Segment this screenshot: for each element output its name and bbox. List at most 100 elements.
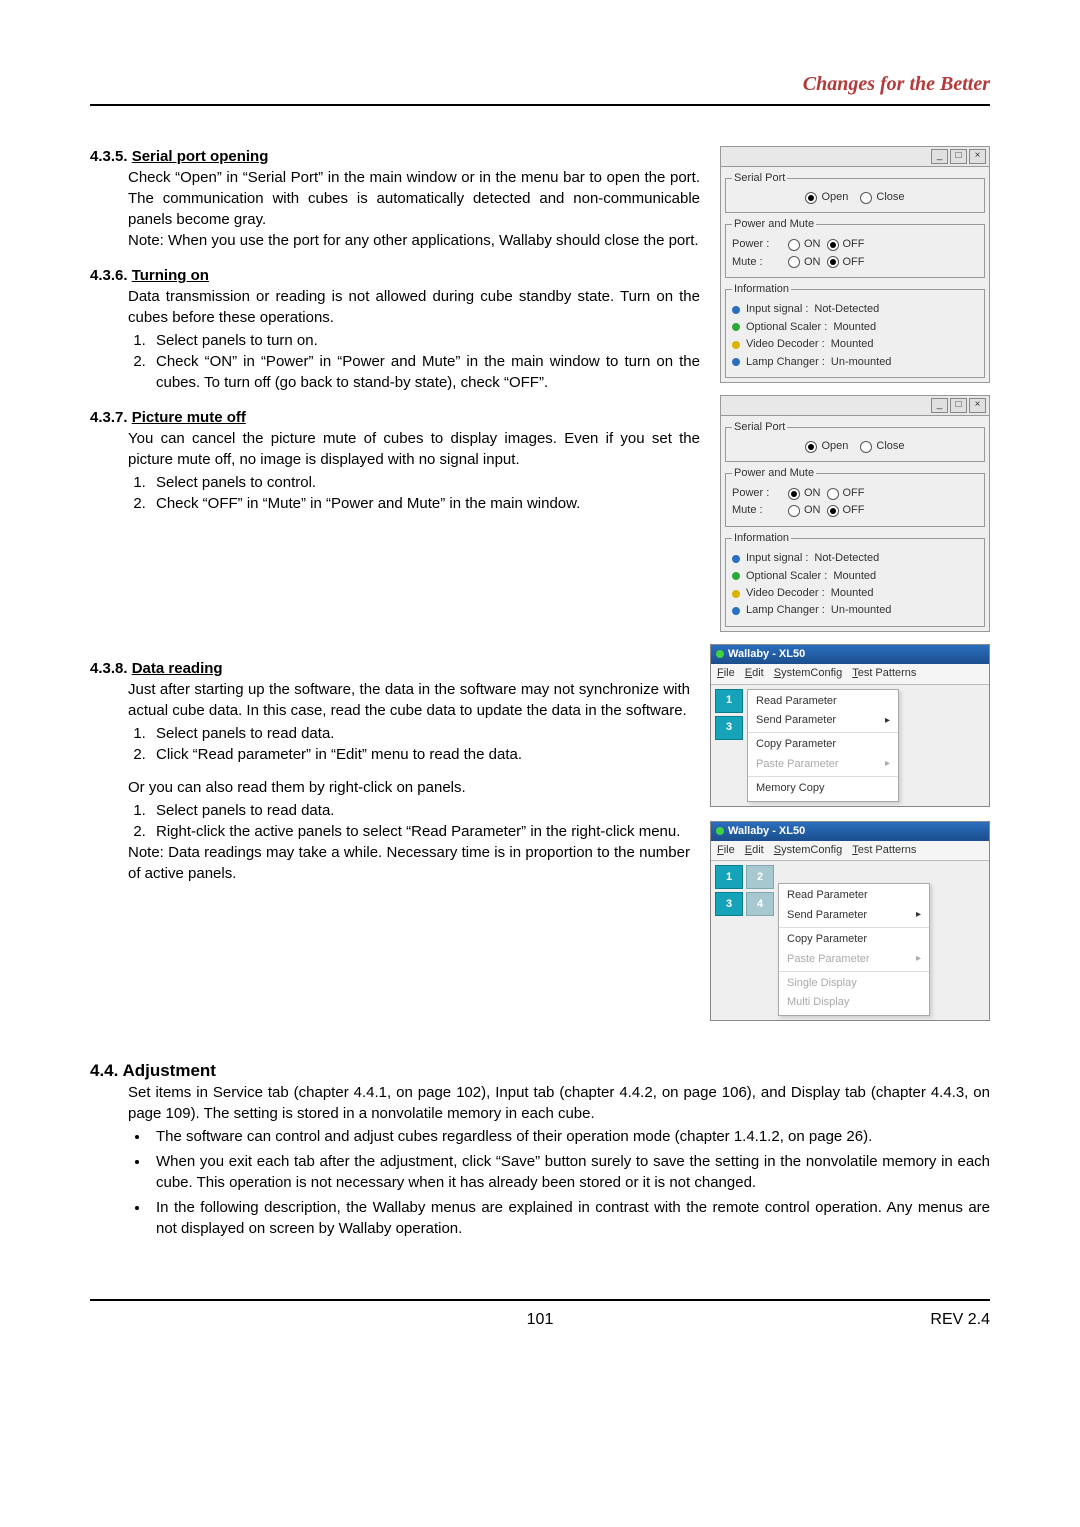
menu-paste-parameter: Paste Parameter▸	[748, 755, 898, 774]
context-dropdown: Read Parameter Send Parameter▸ Copy Para…	[778, 883, 930, 1015]
menu-edit[interactable]: Edit	[745, 666, 764, 681]
mute-on-radio[interactable]: ON	[788, 503, 821, 518]
section-4-3-7-heading: 4.3.7. Picture mute off	[90, 407, 700, 428]
panel-cell[interactable]: 3	[715, 716, 743, 740]
power-on-radio[interactable]: ON	[788, 237, 821, 252]
section-4-3-7-list: Select panels to control. Check “OFF” in…	[90, 472, 700, 514]
status-dot-icon	[732, 306, 740, 314]
mute-label: Mute :	[732, 255, 782, 270]
menu-read-parameter[interactable]: Read Parameter	[748, 692, 898, 711]
serial-port-group: Serial Port Open Close	[725, 420, 985, 462]
mute-off-radio[interactable]: OFF	[827, 503, 865, 518]
main-window-panel-2: _ □ × Serial Port Open Close Power and M…	[720, 395, 990, 632]
power-off-radio[interactable]: OFF	[827, 486, 865, 501]
status-dot-icon	[732, 323, 740, 331]
panel-cell[interactable]: 2	[746, 865, 774, 889]
list-item: Select panels to turn on.	[150, 330, 700, 351]
list-item: When you exit each tab after the adjustm…	[150, 1151, 990, 1193]
section-4-3-6-heading: 4.3.6. Turning on	[90, 265, 700, 286]
section-4-3-8-p2: Or you can also read them by right-click…	[128, 777, 690, 798]
ctx-single-display: Single Display	[779, 974, 929, 993]
panel-cell[interactable]: 1	[715, 689, 743, 713]
status-dot-icon	[732, 358, 740, 366]
app-title: Wallaby - XL50	[711, 822, 989, 841]
section-4-4-p1: Set items in Service tab (chapter 4.4.1,…	[128, 1082, 990, 1124]
chevron-right-icon: ▸	[916, 908, 921, 922]
menu-systemconfig[interactable]: SystemConfig	[774, 666, 842, 681]
minimize-icon[interactable]: _	[931, 398, 948, 413]
status-dot-icon	[732, 555, 740, 563]
list-item: Check “ON” in “Power” in “Power and Mute…	[150, 351, 700, 393]
mute-label: Mute :	[732, 503, 782, 518]
section-4-3-5-p1: Check “Open” in “Serial Port” in the mai…	[128, 167, 700, 230]
maximize-icon[interactable]: □	[950, 398, 967, 413]
section-4-4-bullets: The software can control and adjust cube…	[90, 1126, 990, 1239]
list-item: Click “Read parameter” in “Edit” menu to…	[150, 744, 690, 765]
chevron-right-icon: ▸	[885, 714, 890, 728]
serial-open-radio[interactable]: Open	[805, 190, 848, 205]
close-icon[interactable]: ×	[969, 149, 986, 164]
section-4-3-8-p3: Note: Data readings may take a while. Ne…	[128, 842, 690, 884]
section-4-3-8-list-a: Select panels to read data. Click “Read …	[90, 723, 690, 765]
page-header-slogan: Changes for the Better	[90, 70, 990, 106]
menu-edit[interactable]: Edit	[745, 843, 764, 858]
list-item: Right-click the active panels to select …	[150, 821, 690, 842]
section-4-3-8-heading: 4.3.8. Data reading	[90, 658, 690, 679]
ctx-send-parameter[interactable]: Send Parameter▸	[779, 906, 929, 925]
power-label: Power :	[732, 486, 782, 501]
power-on-radio[interactable]: ON	[788, 486, 821, 501]
chevron-right-icon: ▸	[885, 757, 890, 771]
panel-cell[interactable]: 3	[715, 892, 743, 916]
menu-copy-parameter[interactable]: Copy Parameter	[748, 735, 898, 754]
section-4-3-5-heading: 4.3.5. Serial port opening	[90, 146, 700, 167]
status-dot-icon	[716, 827, 724, 835]
close-icon[interactable]: ×	[969, 398, 986, 413]
serial-close-radio[interactable]: Close	[860, 190, 904, 205]
status-dot-icon	[716, 650, 724, 658]
power-mute-group: Power and Mute Power : ON OFF Mute : ON …	[725, 217, 985, 278]
serial-close-radio[interactable]: Close	[860, 439, 904, 454]
status-dot-icon	[732, 341, 740, 349]
menu-testpatterns[interactable]: Test Patterns	[852, 666, 916, 681]
section-4-4-heading: 4.4. Adjustment	[90, 1059, 990, 1083]
menu-testpatterns[interactable]: Test Patterns	[852, 843, 916, 858]
mute-off-radio[interactable]: OFF	[827, 255, 865, 270]
minimize-icon[interactable]: _	[931, 149, 948, 164]
power-mute-group: Power and Mute Power : ON OFF Mute : ON …	[725, 466, 985, 527]
panel-cell[interactable]: 4	[746, 892, 774, 916]
revision-label: REV 2.4	[930, 1309, 990, 1331]
status-dot-icon	[732, 590, 740, 598]
page-number: 101	[90, 1309, 990, 1331]
menu-file[interactable]: FFileile	[717, 666, 735, 681]
information-group: Information Input signal :Not-Detected O…	[725, 531, 985, 627]
ctx-copy-parameter[interactable]: Copy Parameter	[779, 930, 929, 949]
list-item: Select panels to read data.	[150, 723, 690, 744]
ctx-read-parameter[interactable]: Read Parameter	[779, 886, 929, 905]
list-item: Check “OFF” in “Mute” in “Power and Mute…	[150, 493, 700, 514]
power-off-radio[interactable]: OFF	[827, 237, 865, 252]
section-4-3-6-list: Select panels to turn on. Check “ON” in …	[90, 330, 700, 393]
wallaby-window-context-menu: Wallaby - XL50 File Edit SystemConfig Te…	[710, 821, 990, 1021]
edit-dropdown: Read Parameter Send Parameter▸ Copy Para…	[747, 689, 899, 802]
menu-memory-copy[interactable]: Memory Copy	[748, 779, 898, 798]
status-dot-icon	[732, 572, 740, 580]
ctx-paste-parameter: Paste Parameter▸	[779, 950, 929, 969]
list-item: Select panels to read data.	[150, 800, 690, 821]
menu-send-parameter[interactable]: Send Parameter▸	[748, 711, 898, 730]
menu-systemconfig[interactable]: SystemConfig	[774, 843, 842, 858]
main-window-panel-1: _ □ × Serial Port Open Close Power and M…	[720, 146, 990, 383]
menu-file[interactable]: File	[717, 843, 735, 858]
wallaby-window-edit-menu: Wallaby - XL50 FFileile Edit SystemConfi…	[710, 644, 990, 807]
list-item: The software can control and adjust cube…	[150, 1126, 990, 1147]
ctx-multi-display: Multi Display	[779, 993, 929, 1012]
chevron-right-icon: ▸	[916, 952, 921, 966]
app-title: Wallaby - XL50	[711, 645, 989, 664]
maximize-icon[interactable]: □	[950, 149, 967, 164]
panel-cell[interactable]: 1	[715, 865, 743, 889]
power-label: Power :	[732, 237, 782, 252]
section-4-3-8-p1: Just after starting up the software, the…	[128, 679, 690, 721]
mute-on-radio[interactable]: ON	[788, 255, 821, 270]
section-4-3-7-p1: You can cancel the picture mute of cubes…	[128, 428, 700, 470]
serial-open-radio[interactable]: Open	[805, 439, 848, 454]
status-dot-icon	[732, 607, 740, 615]
